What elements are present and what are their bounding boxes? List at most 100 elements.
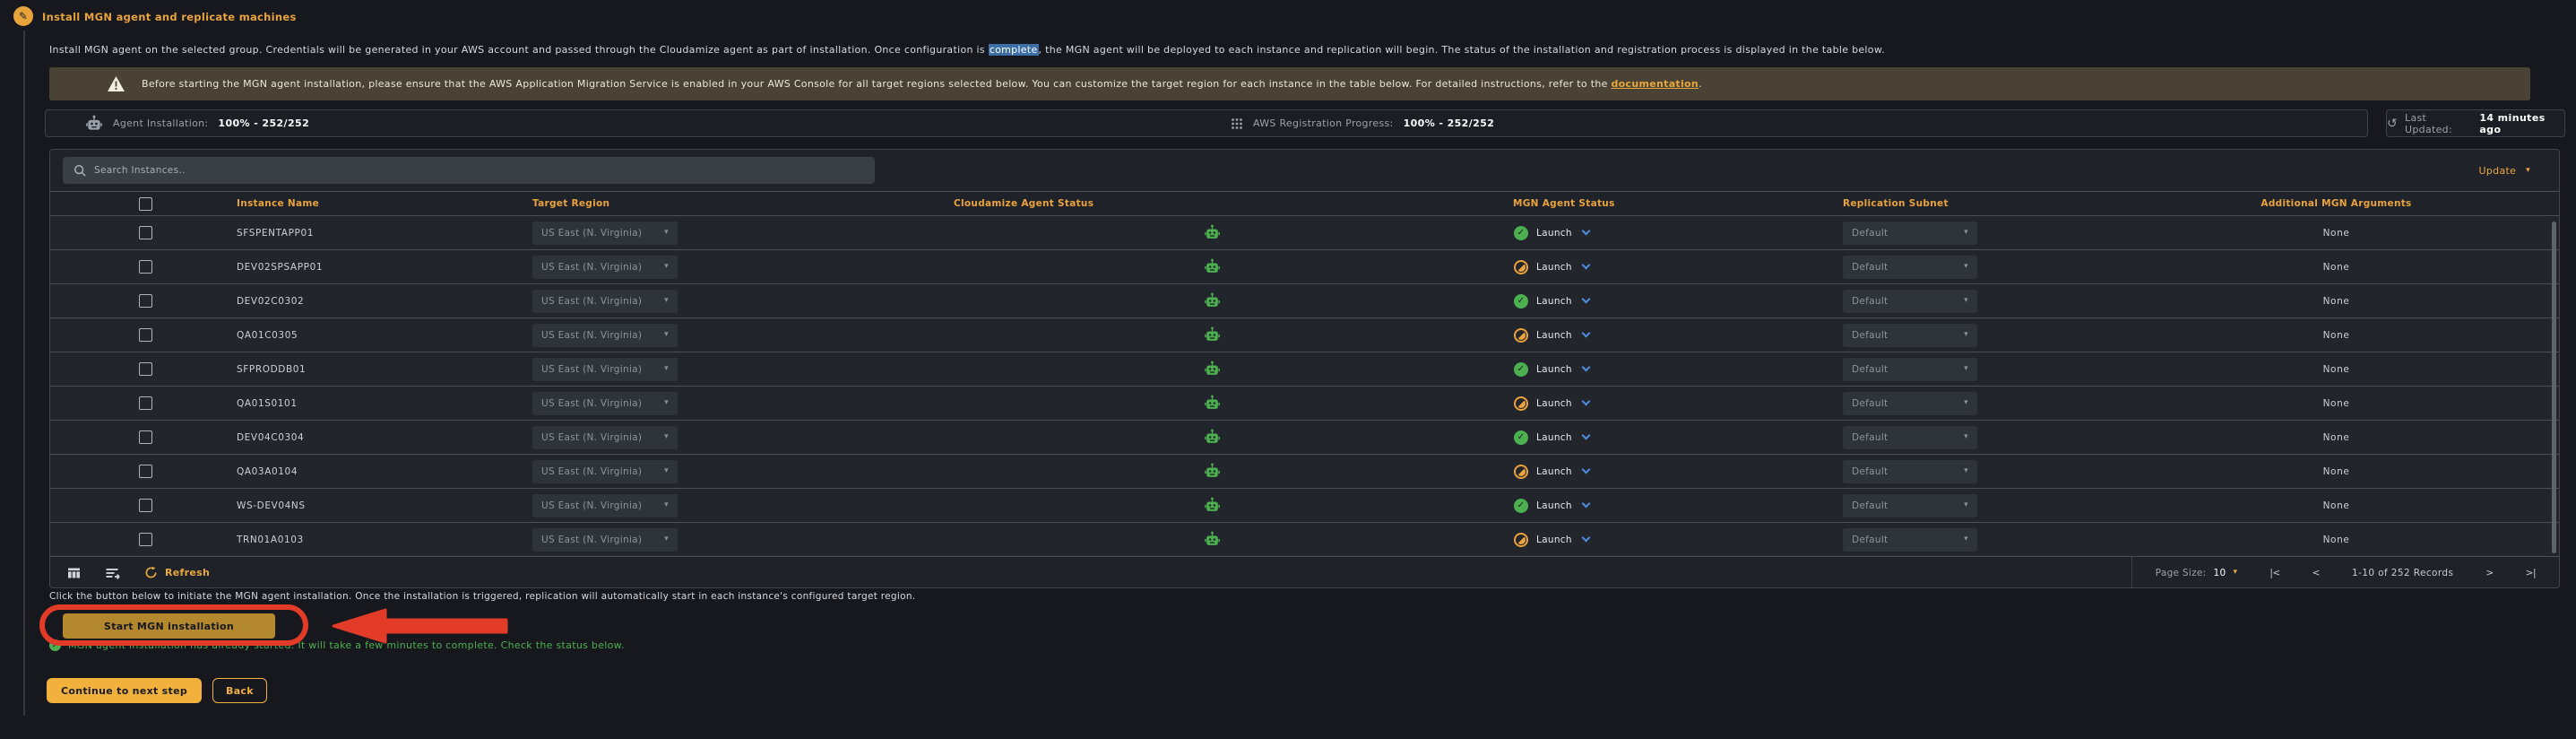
chevron-down-icon: ▾	[664, 331, 669, 339]
search-input[interactable]	[94, 165, 864, 176]
row-checkbox[interactable]	[139, 362, 152, 376]
row-checkbox[interactable]	[139, 430, 152, 444]
table-body: SFSPENTAPP01 US East (N. Virginia) ▾ ✓ L…	[50, 216, 2559, 557]
target-region-dropdown[interactable]: US East (N. Virginia) ▾	[532, 358, 678, 381]
chevron-down-icon[interactable]	[1581, 465, 1590, 474]
replication-subnet-dropdown[interactable]: Default ▾	[1843, 256, 1977, 279]
row-checkbox[interactable]	[139, 328, 152, 342]
action-buttons: Continue to next step Back	[47, 678, 267, 703]
launch-link[interactable]: Launch	[1536, 262, 1572, 273]
mgn-arguments: None	[2128, 228, 2545, 239]
replication-subnet-dropdown[interactable]: Default ▾	[1843, 290, 1977, 313]
replication-subnet-dropdown[interactable]: Default ▾	[1843, 528, 1977, 552]
row-checkbox[interactable]	[139, 260, 152, 274]
target-region-dropdown[interactable]: US East (N. Virginia) ▾	[532, 528, 678, 552]
target-region-value: US East (N. Virginia)	[541, 296, 642, 307]
chevron-down-icon: ▾	[2234, 569, 2238, 577]
target-region-dropdown[interactable]: US East (N. Virginia) ▾	[532, 392, 678, 415]
mgn-arguments: None	[2128, 364, 2545, 375]
chevron-down-icon[interactable]	[1581, 261, 1590, 270]
last-updated-value: 14 minutes ago	[2479, 112, 2564, 135]
replication-subnet-dropdown[interactable]: Default ▾	[1843, 222, 1977, 245]
launch-link[interactable]: Launch	[1536, 364, 1572, 375]
replication-subnet-dropdown[interactable]: Default ▾	[1843, 358, 1977, 381]
table-row: QA01S0101 US East (N. Virginia) ▾ Launch	[50, 387, 2559, 421]
launch-link[interactable]: Launch	[1536, 398, 1572, 409]
table-header-row: Instance Name Target Region Cloudamize A…	[50, 191, 2559, 216]
target-region-dropdown[interactable]: US East (N. Virginia) ▾	[532, 324, 678, 347]
chevron-down-icon[interactable]	[1581, 363, 1590, 372]
mgn-status-icon	[1514, 260, 1528, 274]
target-region-dropdown[interactable]: US East (N. Virginia) ▾	[532, 290, 678, 313]
install-instruction-text: Click the button below to initiate the M…	[49, 591, 915, 602]
instance-name: QA01C0305	[226, 330, 522, 341]
launch-link[interactable]: Launch	[1536, 296, 1572, 307]
replication-subnet-value: Default	[1852, 500, 1888, 511]
replication-subnet-value: Default	[1852, 466, 1888, 477]
list-view-icon[interactable]	[105, 566, 121, 580]
launch-link[interactable]: Launch	[1536, 432, 1572, 443]
next-page-button[interactable]: >	[2485, 568, 2493, 578]
chevron-down-icon[interactable]	[1581, 227, 1590, 236]
launch-link[interactable]: Launch	[1536, 500, 1572, 511]
target-region-dropdown[interactable]: US East (N. Virginia) ▾	[532, 494, 678, 517]
replication-subnet-dropdown[interactable]: Default ▾	[1843, 494, 1977, 517]
chevron-down-icon[interactable]	[1581, 397, 1590, 406]
replication-subnet-value: Default	[1852, 535, 1888, 545]
chevron-down-icon[interactable]	[1581, 329, 1590, 338]
target-region-dropdown[interactable]: US East (N. Virginia) ▾	[532, 222, 678, 245]
prev-page-button[interactable]: <	[2312, 568, 2320, 578]
back-button[interactable]: Back	[212, 678, 267, 703]
row-checkbox[interactable]	[139, 294, 152, 308]
chevron-down-icon[interactable]	[1581, 500, 1590, 509]
launch-link[interactable]: Launch	[1536, 535, 1572, 545]
row-checkbox[interactable]	[139, 226, 152, 239]
continue-button[interactable]: Continue to next step	[47, 678, 202, 703]
row-checkbox[interactable]	[139, 465, 152, 478]
replication-subnet-value: Default	[1852, 330, 1888, 341]
first-page-button[interactable]: |<	[2269, 568, 2279, 578]
chevron-down-icon: ▾	[664, 535, 669, 543]
chevron-down-icon: ▾	[1964, 535, 1968, 543]
chevron-down-icon: ▾	[1964, 229, 1968, 237]
cloudamize-status-robot-icon	[1204, 326, 1221, 343]
vertical-scrollbar[interactable]	[2552, 222, 2556, 553]
launch-link[interactable]: Launch	[1536, 228, 1572, 239]
mgn-arguments: None	[2128, 535, 2545, 545]
row-checkbox[interactable]	[139, 396, 152, 410]
update-dropdown[interactable]: Update ▾	[2479, 165, 2530, 177]
refresh-button[interactable]: Refresh	[144, 566, 210, 579]
chevron-down-icon: ▾	[1964, 501, 1968, 509]
target-region-dropdown[interactable]: US East (N. Virginia) ▾	[532, 426, 678, 449]
instances-table-card: Update ▾ Instance Name Target Region Clo…	[49, 149, 2560, 588]
select-all-checkbox[interactable]	[139, 197, 152, 211]
replication-subnet-dropdown[interactable]: Default ▾	[1843, 460, 1977, 483]
table-row: DEV04C0304 US East (N. Virginia) ▾ ✓ Lau…	[50, 421, 2559, 455]
update-label: Update	[2479, 165, 2517, 177]
mgn-arguments: None	[2128, 500, 2545, 511]
last-updated-panel: ↺ Last Updated: 14 minutes ago	[2386, 109, 2565, 137]
row-checkbox[interactable]	[139, 499, 152, 512]
target-region-dropdown[interactable]: US East (N. Virginia) ▾	[532, 256, 678, 279]
last-page-button[interactable]: >|	[2526, 568, 2536, 578]
replication-subnet-dropdown[interactable]: Default ▾	[1843, 392, 1977, 415]
page-size-dropdown[interactable]: Page Size: 10 ▾	[2156, 568, 2238, 578]
replication-subnet-value: Default	[1852, 228, 1888, 239]
mgn-arguments: None	[2128, 466, 2545, 477]
pagination: Page Size: 10 ▾ |< < 1-10 of 252 Records…	[2131, 557, 2559, 588]
refresh-icon	[144, 566, 158, 579]
launch-link[interactable]: Launch	[1536, 330, 1572, 341]
columns-view-icon[interactable]	[66, 566, 82, 580]
chevron-down-icon[interactable]	[1581, 295, 1590, 304]
row-checkbox[interactable]	[139, 533, 152, 546]
launch-link[interactable]: Launch	[1536, 466, 1572, 477]
start-mgn-installation-button[interactable]: Start MGN installation	[63, 613, 275, 639]
header-cloudamize-status: Cloudamize Agent Status	[943, 198, 1481, 209]
replication-subnet-dropdown[interactable]: Default ▾	[1843, 426, 1977, 449]
replication-subnet-dropdown[interactable]: Default ▾	[1843, 324, 1977, 347]
chevron-down-icon[interactable]	[1581, 534, 1590, 543]
target-region-dropdown[interactable]: US East (N. Virginia) ▾	[532, 460, 678, 483]
chevron-down-icon: ▾	[1964, 433, 1968, 441]
documentation-link[interactable]: documentation	[1612, 78, 1699, 90]
chevron-down-icon[interactable]	[1581, 431, 1590, 440]
